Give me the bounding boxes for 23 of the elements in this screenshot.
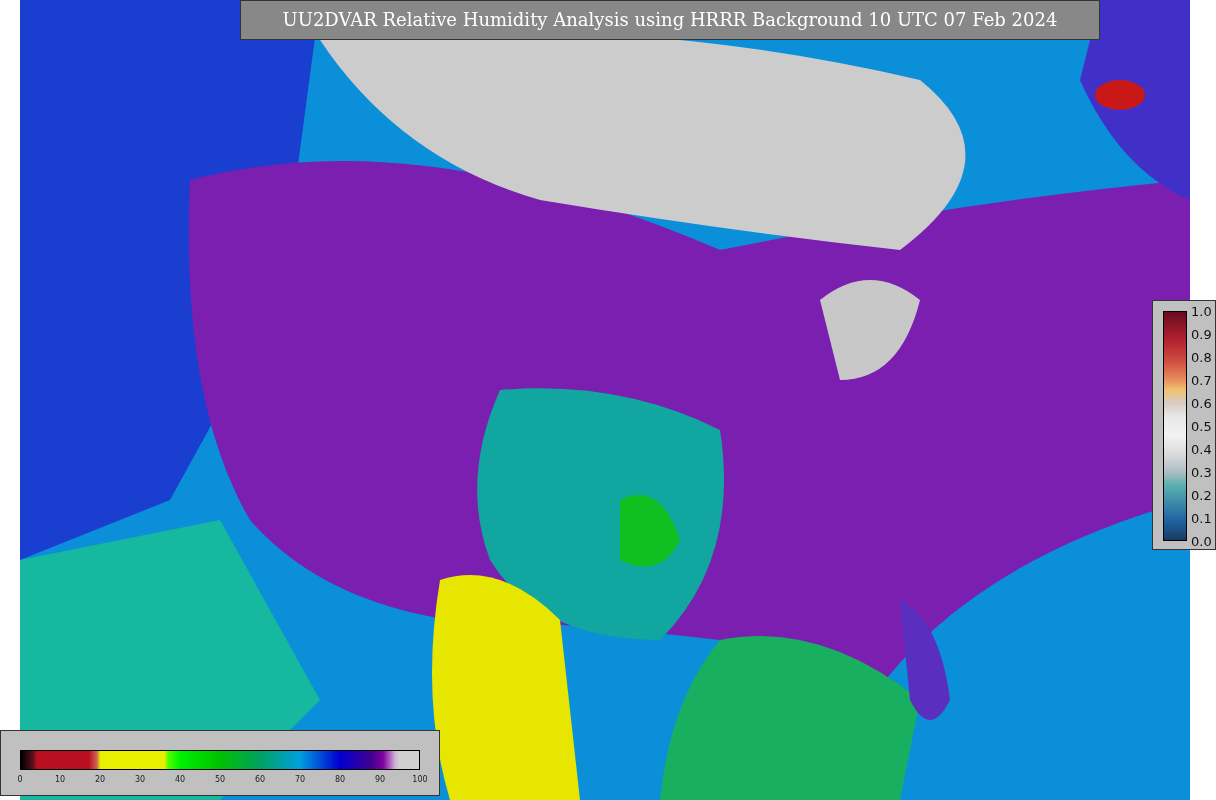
tick-label: 0.3 (1191, 464, 1212, 480)
tick-label: 0.6 (1191, 395, 1212, 411)
tick-label: 20 (94, 775, 106, 784)
tick-label: 1.0 (1191, 303, 1212, 319)
tick-label: 0.4 (1191, 441, 1212, 457)
tick-label: 60 (254, 775, 266, 784)
tick-label: 70 (294, 775, 306, 784)
tick-label: 0.9 (1191, 326, 1212, 342)
tick-label: 0.0 (1191, 533, 1212, 549)
map-title: UU2DVAR Relative Humidity Analysis using HRRR Background 10 UTC 07 Feb 2024 (240, 0, 1100, 40)
tick-label: 0.2 (1191, 487, 1212, 503)
tick-label: 0.1 (1191, 510, 1212, 526)
tick-label: 80 (334, 775, 346, 784)
tick-label: 0 (17, 775, 23, 784)
tick-label: 100 (412, 775, 428, 784)
tick-label: 0.7 (1191, 372, 1212, 388)
tick-label: 30 (134, 775, 146, 784)
tick-label: 50 (214, 775, 226, 784)
tick-label: 0.8 (1191, 349, 1212, 365)
tick-label: 0.5 (1191, 418, 1212, 434)
tick-label: 40 (174, 775, 186, 784)
tick-label: 90 (374, 775, 386, 784)
tick-label: 10 (54, 775, 66, 784)
